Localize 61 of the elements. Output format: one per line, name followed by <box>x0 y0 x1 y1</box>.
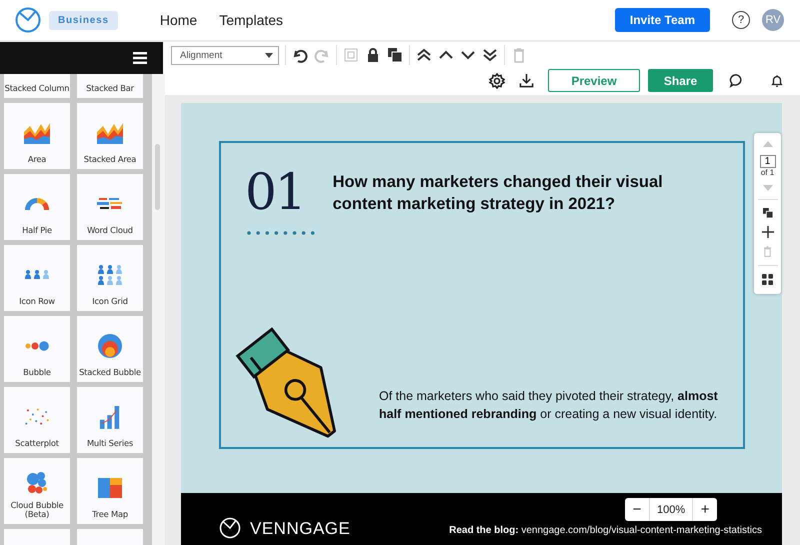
chart-type-tile[interactable]: Cloud Bubble (Beta) <box>4 458 70 524</box>
plan-badge: Business <box>49 10 118 30</box>
bell-icon[interactable] <box>770 74 784 88</box>
word-cloud-icon <box>97 196 123 211</box>
question-heading: How many marketers changed their visual content marketing strategy in 2021? <box>332 172 664 216</box>
chart-type-tile[interactable]: Stacked Area <box>77 103 143 169</box>
chart-type-tile[interactable]: Word Cloud <box>77 174 143 240</box>
alignment-dropdown[interactable]: Alignment <box>171 46 279 64</box>
caret-icon <box>265 52 273 58</box>
dotted-divider-icon <box>247 231 315 235</box>
undo-icon[interactable] <box>292 47 308 63</box>
duplicate-icon[interactable] <box>387 47 403 63</box>
share-button[interactable]: Share <box>648 69 713 92</box>
page-count: of 1 <box>760 168 774 177</box>
section-number: 01 <box>245 167 305 217</box>
download-icon[interactable] <box>519 73 534 88</box>
chart-type-tile[interactable]: Half Pie <box>4 174 70 240</box>
people-grid-icon <box>97 264 123 285</box>
preview-button[interactable]: Preview <box>548 69 640 92</box>
chart-type-tile[interactable]: Stacked Bar <box>77 74 143 98</box>
nav-link[interactable]: Home <box>160 12 198 28</box>
duplicate-icon[interactable] <box>762 208 772 218</box>
chart-type-tile[interactable]: Stacked Column <box>4 74 70 98</box>
bubble-chart-icon <box>25 340 49 351</box>
grid-icon[interactable] <box>762 274 773 285</box>
page-number-field[interactable]: 1 <box>760 155 776 168</box>
chart-type-tile[interactable]: Stacked Bubble <box>77 316 143 382</box>
plus-icon[interactable] <box>762 226 774 238</box>
logo-icon[interactable] <box>15 7 41 33</box>
menu-icon[interactable] <box>133 52 147 64</box>
settings-icon[interactable] <box>489 72 505 88</box>
stacked-bubble-icon <box>98 334 122 358</box>
half-pie-chart-icon <box>24 196 50 211</box>
double-down-chevron-icon[interactable] <box>482 47 498 63</box>
zoom-out-button[interactable]: − <box>625 498 649 521</box>
blog-link-text: Read the blog: venngage.com/blog/visual-content-marketing-statistics <box>449 525 762 536</box>
chart-type-tile[interactable]: Bubble <box>4 316 70 382</box>
help-button[interactable]: ? <box>732 11 750 29</box>
chart-type-tile[interactable]: Area <box>4 103 70 169</box>
zoom-in-button[interactable]: + <box>693 498 718 521</box>
nav-link[interactable]: Templates <box>219 12 284 28</box>
brand-name: VENNGAGE <box>250 519 350 539</box>
area-chart-icon <box>96 122 124 144</box>
lock-icon[interactable] <box>365 47 381 63</box>
tree-map-icon <box>98 478 122 498</box>
body-paragraph: Of the marketers who said they pivoted their strategy, almost half mentioned rebranding or creating a new visual identity. <box>379 388 719 423</box>
cloud-bubble-icon <box>25 471 49 496</box>
zoom-level: 100% <box>649 498 694 521</box>
chart-type-tile[interactable]: Icon Grid <box>77 245 143 311</box>
comment-icon[interactable] <box>729 73 744 88</box>
double-up-chevron-icon[interactable] <box>416 47 432 63</box>
chart-type-tile[interactable]: Scatterplot <box>4 387 70 453</box>
brand-logo-icon <box>219 517 241 539</box>
scrollbar-thumb[interactable] <box>155 144 160 210</box>
people-row-icon <box>24 270 50 280</box>
multi-series-chart-icon <box>99 404 121 429</box>
chart-type-tile[interactable]: Tree Map <box>77 458 143 524</box>
chart-type-tile[interactable]: Icon Row <box>4 245 70 311</box>
invite-team-button[interactable]: Invite Team <box>614 8 710 32</box>
area-chart-icon <box>23 122 51 144</box>
chart-type-tile[interactable]: Multi Series <box>77 387 143 453</box>
